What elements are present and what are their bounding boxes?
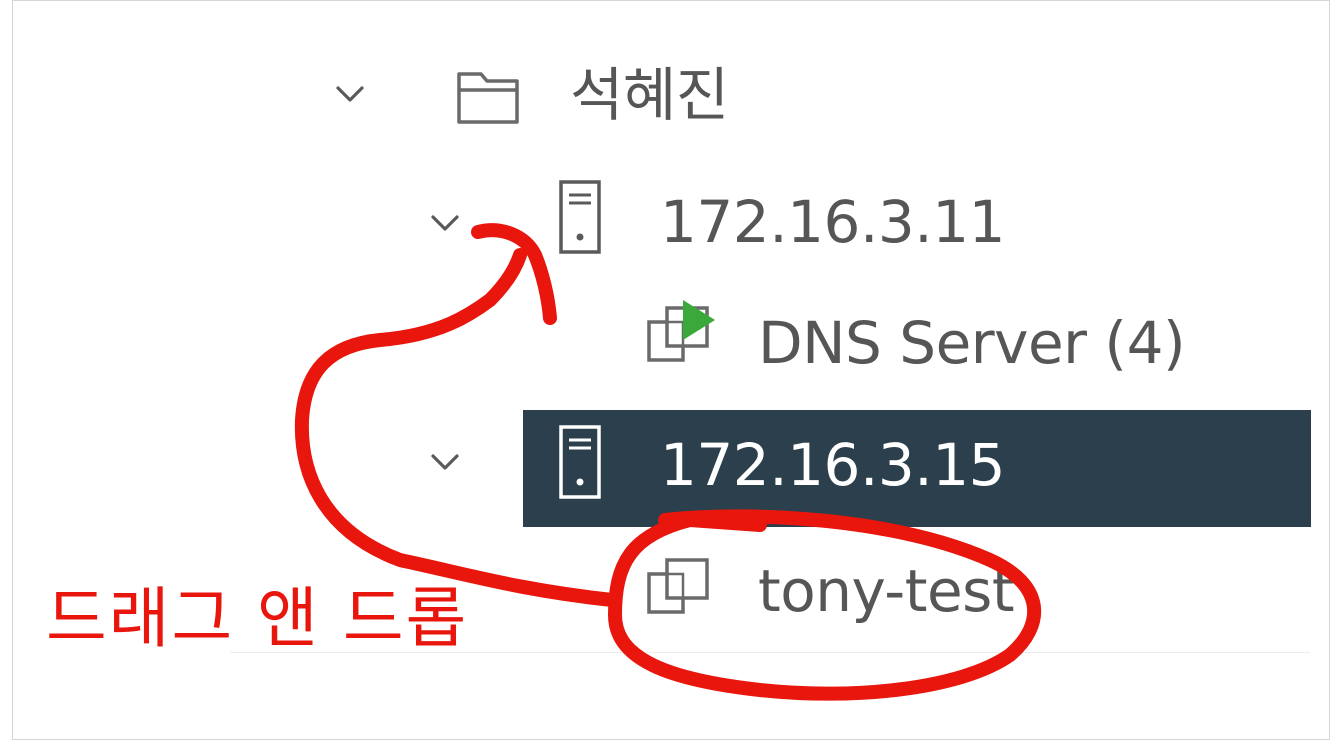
vm-label: tony-test xyxy=(758,557,1015,625)
tree-node-folder[interactable]: 석혜진 xyxy=(0,40,1331,150)
host-label: 172.16.3.11 xyxy=(660,188,1006,256)
folder-label: 석혜진 xyxy=(570,61,729,129)
vm-icon xyxy=(643,556,717,624)
tree-node-host-2[interactable]: 172.16.3.15 xyxy=(0,412,1331,522)
vm-powered-on-icon xyxy=(643,296,717,374)
annotation-label: 드래그 앤 드롭 xyxy=(46,580,469,657)
vm-label: DNS Server (4) xyxy=(758,309,1186,377)
chevron-down-icon[interactable] xyxy=(425,442,465,482)
host-label: 172.16.3.15 xyxy=(660,431,1006,499)
folder-icon xyxy=(455,64,523,130)
server-icon xyxy=(557,424,603,504)
server-icon xyxy=(557,179,603,259)
tree-node-vm-dns-server[interactable]: DNS Server (4) xyxy=(0,290,1331,400)
chevron-down-icon[interactable] xyxy=(330,74,370,114)
tree-node-host-1[interactable]: 172.16.3.11 xyxy=(0,165,1331,275)
chevron-down-icon[interactable] xyxy=(425,203,465,243)
